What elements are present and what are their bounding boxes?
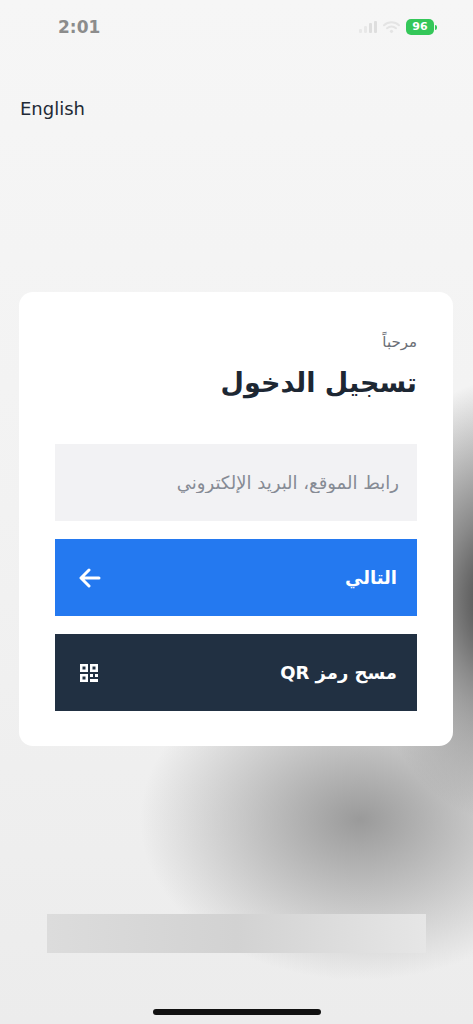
greeting: مرحباً	[55, 332, 417, 352]
battery-indicator: 96	[406, 19, 437, 35]
site-email-input[interactable]	[55, 444, 417, 521]
button-label: التالي	[345, 567, 397, 588]
language-link[interactable]: English	[20, 98, 85, 119]
blurred-strip	[47, 914, 426, 953]
qr-code-icon	[79, 663, 99, 683]
home-indicator	[153, 1009, 321, 1015]
signal-icon	[359, 21, 377, 33]
login-card: مرحباً تسجيل الدخول التالي مسح رمز QR	[19, 292, 453, 746]
status-time: 2:01	[58, 17, 100, 37]
next-button[interactable]: التالي	[55, 539, 417, 616]
arrow-left-icon	[79, 568, 101, 588]
status-icons: 96	[359, 19, 437, 35]
login-title: تسجيل الدخول	[55, 364, 417, 402]
status-bar: 2:01 96	[0, 0, 473, 54]
scan-qr-button[interactable]: مسح رمز QR	[55, 634, 417, 711]
login-screen: 2:01 96 English مرحباً تسجيل الدخول التالي مسح…	[0, 0, 473, 1024]
wifi-icon	[383, 21, 400, 33]
battery-level: 96	[406, 19, 434, 35]
battery-nub	[435, 25, 437, 30]
button-label: مسح رمز QR	[280, 662, 397, 683]
